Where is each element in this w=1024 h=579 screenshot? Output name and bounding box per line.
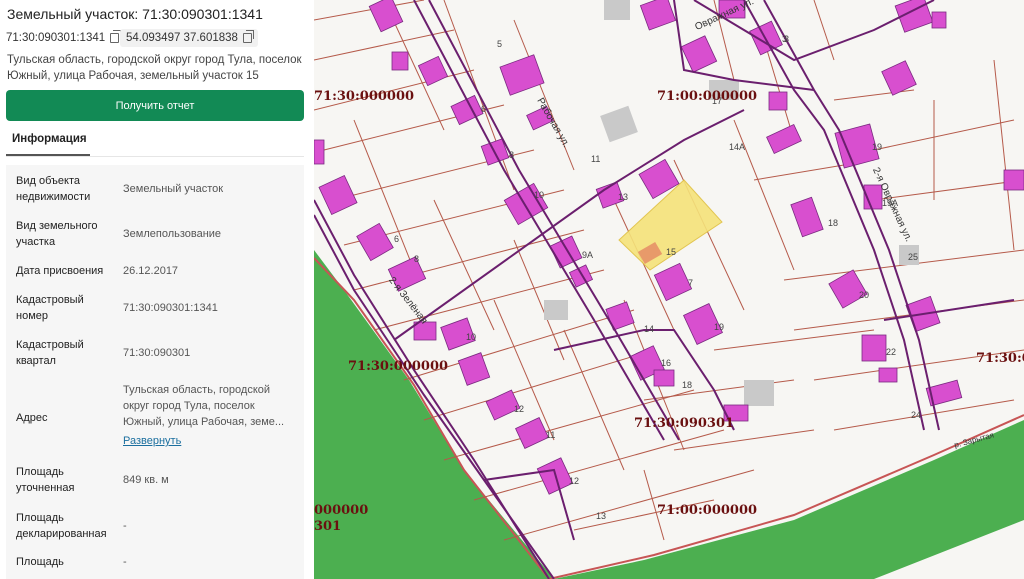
cadastral-number-chip[interactable]: 71:30:090301:1341 bbox=[6, 30, 122, 46]
parcel-number: 6 bbox=[394, 234, 399, 244]
parcel-number: 13 bbox=[596, 511, 606, 521]
parcel-number: 15 bbox=[666, 247, 676, 257]
cadastral-map[interactable]: Рабочая ул. Овражная ул. 2-я Овражная ул… bbox=[314, 0, 1024, 579]
quarter-label: 71:30:000000 bbox=[348, 359, 448, 374]
expand-link[interactable]: Развернуть bbox=[123, 433, 293, 449]
info-label: Площадь декларированная bbox=[16, 512, 107, 540]
quarter-label: 000000 bbox=[314, 503, 368, 518]
quarter-label: 301 bbox=[314, 519, 341, 534]
parcel-number: 19А bbox=[882, 198, 898, 208]
info-value: - bbox=[123, 556, 127, 568]
info-value: Землепользование bbox=[123, 228, 222, 240]
parcel-number: 8 bbox=[509, 150, 514, 160]
cadastral-number-text: 71:30:090301:1341 bbox=[6, 32, 106, 44]
tab-information[interactable]: Информация bbox=[12, 133, 87, 145]
parcel-number: 3 bbox=[784, 34, 789, 44]
copy-icon[interactable] bbox=[110, 30, 122, 43]
info-value: Тульская область, городской округ город … bbox=[123, 382, 293, 449]
parcel-number: 14А bbox=[729, 142, 745, 152]
parcel-number: 11 bbox=[591, 154, 600, 164]
parcel-number: 19 bbox=[872, 142, 882, 152]
parcel-number: 19 bbox=[714, 322, 724, 332]
map-canvas[interactable]: Рабочая ул. Овражная ул. 2-я Овражная ул… bbox=[314, 0, 1024, 579]
parcel-number: 8 bbox=[414, 254, 419, 264]
parcel-number: 18 bbox=[828, 218, 838, 228]
info-list: Вид объекта недвижимости Земельный участ… bbox=[6, 165, 304, 579]
parcel-number: 10 bbox=[466, 332, 476, 342]
parcel-number: 16 bbox=[661, 358, 671, 368]
coordinates-chip[interactable]: 54.093497 37.601838 bbox=[120, 29, 258, 47]
parcel-number: 18 bbox=[682, 380, 692, 390]
info-value: 849 кв. м bbox=[123, 474, 169, 486]
quarter-label: 71:30:0 bbox=[976, 351, 1024, 366]
parcel-number: 6 bbox=[481, 104, 486, 114]
info-value: Земельный участок bbox=[123, 183, 224, 195]
info-label: Площадь уточненная bbox=[16, 466, 75, 494]
parcel-number: 7 bbox=[688, 278, 693, 288]
parcel-number: 11 bbox=[546, 430, 555, 440]
parcel-number: 12 bbox=[569, 476, 579, 486]
quarter-label: 71:30:000000 bbox=[314, 89, 414, 104]
parcel-number: 25 bbox=[908, 252, 918, 262]
parcel-number: 22 bbox=[886, 347, 896, 357]
parcel-number: 24 bbox=[911, 410, 921, 420]
info-label: Кадастровый квартал bbox=[16, 339, 84, 367]
coordinates-text: 54.093497 37.601838 bbox=[126, 32, 238, 44]
get-report-button[interactable]: Получить отчет bbox=[6, 90, 304, 121]
parcel-number: 13 bbox=[618, 192, 628, 202]
parcel-number: 9А bbox=[582, 250, 593, 260]
tab-divider bbox=[6, 156, 304, 157]
copy-icon[interactable] bbox=[242, 30, 254, 43]
info-panel: Земельный участок: 71:30:090301:1341 71:… bbox=[0, 0, 315, 579]
address-summary: Тульская область, городской округ город … bbox=[7, 54, 302, 82]
parcel-number: 5 bbox=[497, 39, 502, 49]
parcel-number: 14 bbox=[644, 324, 654, 334]
info-value: - bbox=[123, 520, 127, 532]
info-value: 71:30:090301:1341 bbox=[123, 302, 218, 314]
info-value: 71:30:090301 bbox=[123, 347, 191, 359]
info-label: Кадастровый номер bbox=[16, 294, 84, 322]
info-label: Адрес bbox=[16, 412, 48, 424]
info-value: 26.12.2017 bbox=[123, 265, 179, 277]
parcel-number: 10 bbox=[534, 190, 544, 200]
info-label: Площадь bbox=[16, 556, 64, 568]
info-label: Вид объекта недвижимости bbox=[16, 175, 91, 203]
parcel-number: 12 bbox=[514, 404, 524, 414]
address-value: Тульская область, городской округ город … bbox=[123, 384, 285, 428]
quarter-label: 71:30:090301 bbox=[634, 416, 734, 431]
info-label: Дата присвоения bbox=[16, 265, 104, 277]
info-label: Вид земельного участка bbox=[16, 220, 98, 248]
quarter-label: 71:00:000000 bbox=[657, 503, 757, 518]
parcel-number: 20 bbox=[859, 290, 869, 300]
quarter-label: 71:00:000000 bbox=[657, 89, 757, 104]
page-title: Земельный участок: 71:30:090301:1341 bbox=[7, 6, 263, 22]
